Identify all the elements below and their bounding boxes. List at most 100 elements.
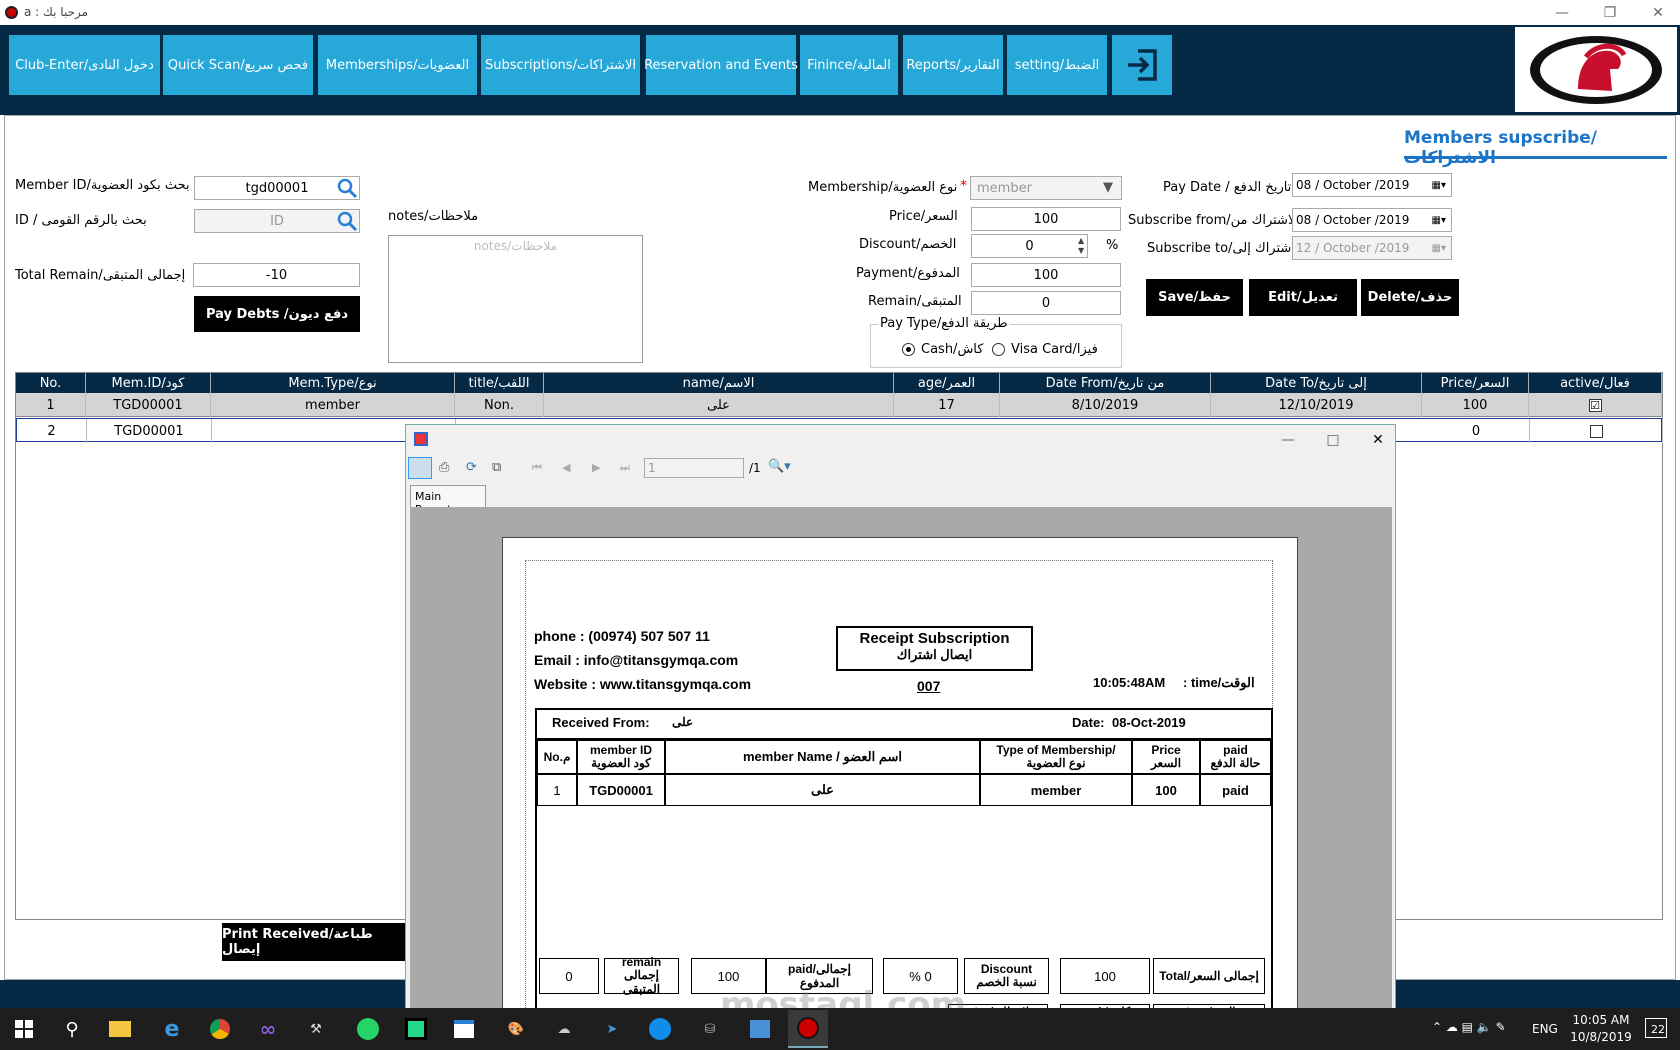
payment-label: Payment/المدفوع bbox=[856, 266, 960, 281]
calculator-icon[interactable] bbox=[740, 1010, 780, 1048]
exit-button[interactable] bbox=[1112, 35, 1172, 95]
zoom-icon[interactable]: 🔍▾ bbox=[768, 459, 791, 474]
nav-subscriptions[interactable]: Subscriptions/الاشتراكات bbox=[481, 35, 640, 95]
receipt-website: Website : www.titansgymqa.com bbox=[534, 676, 752, 692]
save-button[interactable]: Save/حفظ bbox=[1146, 279, 1243, 316]
edge-icon[interactable]: e bbox=[152, 1010, 192, 1048]
close-button[interactable]: ✕ bbox=[1356, 427, 1400, 452]
paint-icon[interactable]: 🎨 bbox=[496, 1010, 536, 1048]
col-price[interactable]: Price/السعر bbox=[1422, 373, 1529, 393]
maximize-button[interactable]: □ bbox=[1311, 427, 1355, 452]
database-icon[interactable]: ⛁ bbox=[690, 1010, 730, 1048]
nav-finance[interactable]: Finince/المالية bbox=[800, 35, 898, 95]
pay-date-picker[interactable]: 08 / October /2019 ▦▾ bbox=[1292, 173, 1452, 197]
nav-settings[interactable]: setting/الضبط bbox=[1007, 35, 1107, 95]
minimize-button[interactable]: — bbox=[1540, 0, 1584, 25]
nav-quick-scan[interactable]: Quick Scan/فحص سريع bbox=[163, 35, 313, 95]
start-icon[interactable] bbox=[4, 1010, 44, 1048]
pay-debts-button[interactable]: Pay Debts /دفع ديون bbox=[194, 296, 360, 332]
search-icon[interactable] bbox=[336, 210, 358, 232]
first-page-icon[interactable]: ⏮ bbox=[532, 461, 542, 475]
refresh-icon[interactable]: ⟳ bbox=[466, 460, 477, 475]
page-total: /1 bbox=[749, 461, 761, 475]
gym-logo bbox=[1515, 27, 1677, 112]
nav-reports[interactable]: Reports/التقارير bbox=[903, 35, 1003, 95]
rh-price: Price السعر bbox=[1132, 740, 1200, 774]
whatsapp-icon[interactable] bbox=[348, 1010, 388, 1048]
page-title: Members supscribe/الاشتراكات bbox=[1404, 128, 1597, 168]
total-label-box: Total/إجمالى السعر bbox=[1153, 958, 1265, 994]
rh-membership-type: Type of Membership/ نوع العضوية bbox=[980, 740, 1132, 774]
delete-button[interactable]: Delete/حذف bbox=[1361, 279, 1459, 316]
visa-radio[interactable] bbox=[992, 343, 1005, 356]
notes-label: notes/ملاحظات bbox=[388, 209, 479, 224]
close-button[interactable]: ✕ bbox=[1636, 0, 1680, 25]
col-active[interactable]: active/فعال bbox=[1529, 373, 1662, 393]
col-no[interactable]: No. bbox=[16, 373, 86, 393]
tab-main-report[interactable]: Main Report bbox=[410, 485, 486, 516]
rh-member-name: member Name / اسم العضو bbox=[665, 740, 980, 774]
search-icon[interactable]: ⚲ bbox=[52, 1010, 92, 1048]
clock-time[interactable]: 10:05 AM bbox=[1570, 1013, 1632, 1027]
cell-price: 100 bbox=[1422, 393, 1529, 417]
page-number-input[interactable]: 1 bbox=[644, 458, 744, 478]
price-input[interactable]: 100 bbox=[971, 207, 1121, 231]
cash-radio[interactable] bbox=[902, 343, 915, 356]
next-page-icon[interactable]: ▶ bbox=[592, 461, 600, 474]
print-received-button[interactable]: Print Received/طباعة إيصال bbox=[222, 923, 405, 961]
table-row[interactable]: 1 TGD00001 member Non. على 17 8/10/2019 … bbox=[16, 393, 1662, 417]
search-icon[interactable] bbox=[336, 177, 358, 199]
col-title[interactable]: title/اللقب bbox=[455, 373, 544, 393]
last-page-icon[interactable]: ⏭ bbox=[620, 461, 630, 475]
export-icon[interactable] bbox=[408, 457, 432, 479]
restore-button[interactable]: ❐ bbox=[1588, 0, 1632, 25]
nav-club-enter[interactable]: Club-Enter/دخول النادى bbox=[9, 35, 160, 95]
subscribe-from-picker[interactable]: 08 / October /2019 ▦▾ bbox=[1292, 208, 1452, 232]
chrome-icon[interactable] bbox=[200, 1010, 240, 1048]
col-name[interactable]: name/الاسم bbox=[544, 373, 894, 393]
stepper-arrows-icon[interactable]: ▲ ▼ bbox=[1078, 236, 1088, 256]
payment-input[interactable]: 100 bbox=[971, 263, 1121, 287]
active-checkbox[interactable] bbox=[1589, 424, 1603, 438]
total-remain-label: Total Remain/إجمالى المتبقى bbox=[15, 268, 186, 283]
nav-memberships[interactable]: Memberships/العضويات bbox=[318, 35, 477, 95]
edit-button[interactable]: Edit/تعديل bbox=[1249, 279, 1357, 316]
explorer-icon[interactable] bbox=[100, 1010, 140, 1048]
rc-membership-type: member bbox=[980, 774, 1132, 806]
nav-reservation-events[interactable]: Reservation and Events bbox=[644, 35, 798, 95]
tools-icon[interactable]: ⚒ bbox=[296, 1010, 336, 1048]
remain-label-box: remain إجمالى المتبقى bbox=[604, 956, 679, 995]
col-date-from[interactable]: Date From/من تاريخ bbox=[1000, 373, 1211, 393]
pycharm-icon[interactable] bbox=[396, 1010, 436, 1048]
cell-title: Non. bbox=[455, 393, 544, 417]
print-icon[interactable]: ⎙ bbox=[439, 460, 449, 475]
discount-stepper[interactable]: 0 bbox=[971, 234, 1088, 258]
teamviewer-icon[interactable] bbox=[640, 1010, 680, 1048]
col-age[interactable]: age/العمر bbox=[894, 373, 1000, 393]
col-date-to[interactable]: Date To/إلى تاريخ bbox=[1211, 373, 1422, 393]
required-mark: * bbox=[960, 178, 967, 194]
visual-studio-icon[interactable]: ∞ bbox=[248, 1010, 288, 1048]
language-indicator[interactable]: ENG bbox=[1532, 1022, 1558, 1036]
discount-label-box: Discount نسبة الخصم bbox=[964, 958, 1049, 994]
receipt-number: 007 bbox=[917, 678, 941, 694]
remain-input[interactable]: 0 bbox=[971, 291, 1121, 315]
notes-textarea[interactable]: notes/ملاحظات bbox=[388, 235, 643, 363]
active-checkbox[interactable]: ☑ bbox=[1588, 398, 1602, 412]
clock-date[interactable]: 10/8/2019 bbox=[1570, 1030, 1632, 1044]
app-window-icon[interactable] bbox=[444, 1010, 484, 1048]
gym-app-taskbar-icon[interactable] bbox=[788, 1010, 828, 1048]
subscribe-to-picker[interactable]: 12 / October /2019 ▦▾ bbox=[1292, 236, 1452, 260]
bird-icon[interactable]: ➤ bbox=[592, 1010, 632, 1048]
copy-icon[interactable]: ⧉ bbox=[492, 460, 501, 475]
total-remain-input[interactable]: -10 bbox=[193, 263, 360, 287]
tray-icons[interactable]: ⌃ ☁ ▤ 🔈 ✎ bbox=[1432, 1020, 1506, 1034]
col-mem-id[interactable]: Mem.ID/كود bbox=[86, 373, 211, 393]
cell-mem-type: member bbox=[211, 393, 455, 417]
col-mem-type[interactable]: Mem.Type/نوع bbox=[211, 373, 455, 393]
notification-icon[interactable]: 22 bbox=[1645, 1018, 1667, 1038]
prev-page-icon[interactable]: ◀ bbox=[562, 461, 570, 474]
network-tool-icon[interactable]: ☁ bbox=[544, 1010, 584, 1048]
membership-select[interactable]: member ▼ bbox=[970, 176, 1122, 200]
minimize-button[interactable]: — bbox=[1266, 427, 1310, 452]
